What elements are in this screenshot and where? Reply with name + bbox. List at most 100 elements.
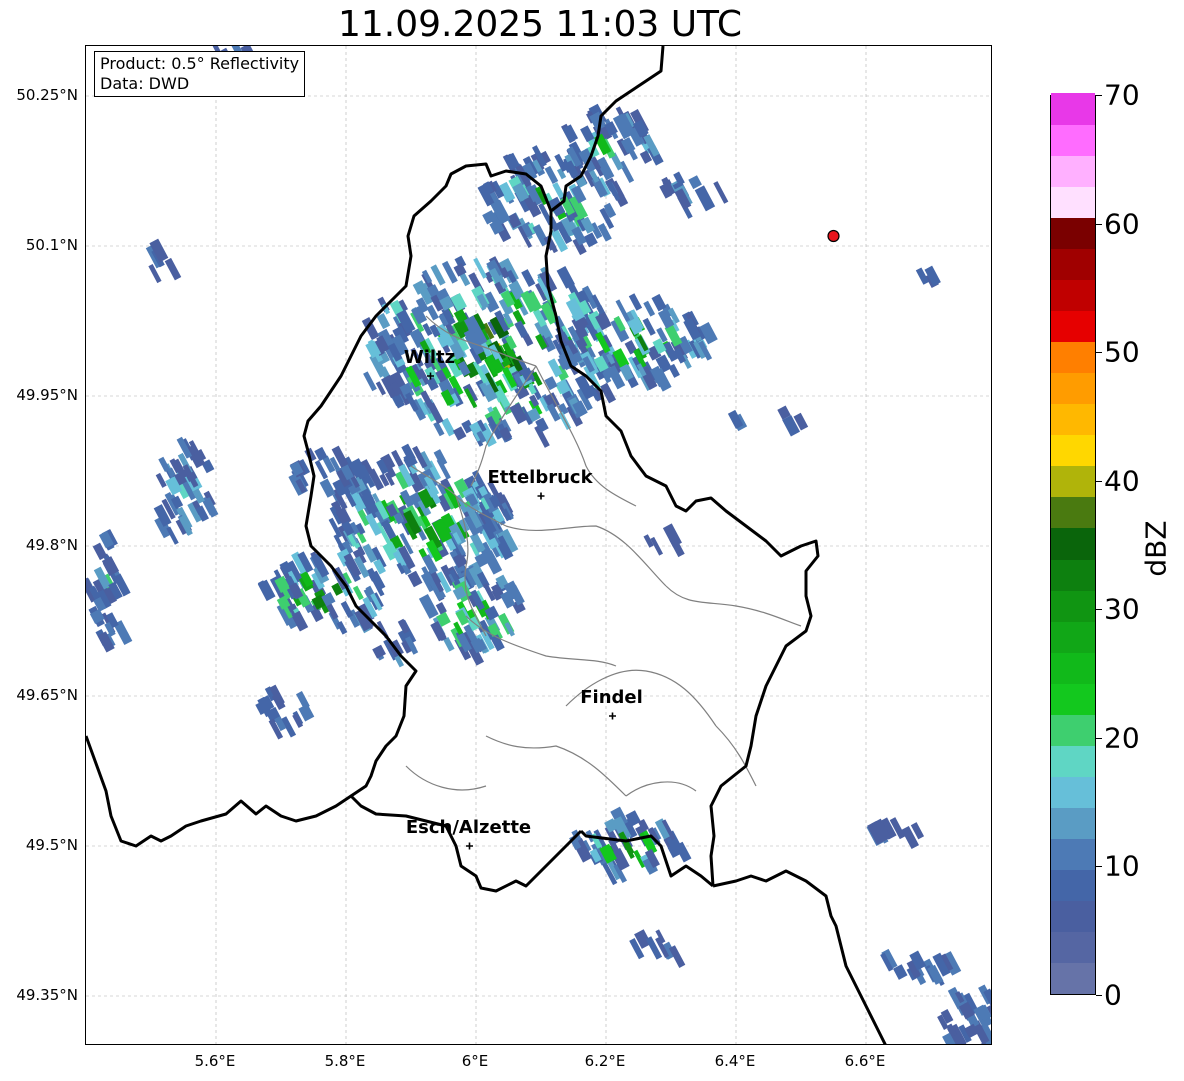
colorbar-tick-label: 30 — [1104, 592, 1140, 626]
city-label: Wiltz — [403, 347, 456, 368]
lat-label: 49.95°N — [16, 386, 78, 404]
lon-label: 5.6°E — [194, 1052, 236, 1070]
colorbar-segment — [1051, 651, 1095, 684]
colorbar-segment — [1051, 217, 1095, 250]
colorbar-tick-label: 20 — [1104, 721, 1140, 755]
data-source-line: Data: DWD — [100, 74, 190, 93]
colorbar-segment — [1051, 558, 1095, 591]
colorbar-tick-label: 40 — [1104, 464, 1140, 498]
city-marker — [466, 842, 473, 850]
colorbar-segment — [1051, 962, 1095, 994]
colorbar-segment — [1051, 682, 1095, 715]
colorbar-tickmark — [1096, 737, 1102, 739]
echo-cell — [430, 264, 446, 286]
colorbar-segment — [1051, 124, 1095, 157]
colorbar-tick-label: 60 — [1104, 207, 1140, 241]
echo-cell — [319, 478, 336, 498]
lon-label: 6°E — [461, 1052, 489, 1070]
colorbar-segment — [1051, 248, 1095, 281]
echo-cell — [694, 185, 716, 212]
echo-cell — [296, 691, 310, 710]
echo-cell — [164, 257, 182, 281]
colorbar-tick-label: 70 — [1104, 78, 1140, 112]
product-info-box: Product: 0.5° Reflectivity Data: DWD — [94, 51, 306, 97]
colorbar-segment — [1051, 589, 1095, 622]
echo-cell — [642, 317, 656, 336]
product-line: Product: 0.5° Reflectivity — [100, 54, 300, 73]
echo-cell — [521, 269, 536, 287]
colorbar-segment — [1051, 868, 1095, 901]
lat-label: 49.5°N — [25, 836, 78, 854]
colorbar-tickmark — [1096, 995, 1102, 996]
echo-cell — [441, 260, 458, 284]
radar-map — [85, 45, 992, 1045]
colorbar-segment — [1051, 713, 1095, 746]
radar-echoes — [86, 46, 991, 1044]
echo-cell — [628, 293, 643, 311]
colorbar-tick-label: 50 — [1104, 335, 1140, 369]
lon-label: 5.8°E — [324, 1052, 366, 1070]
lat-label: 50.25°N — [16, 86, 78, 104]
colorbar-segment — [1051, 837, 1095, 870]
lat-label: 50.1°N — [25, 236, 78, 254]
colorbar-segment — [1051, 93, 1095, 126]
colorbar-segment — [1051, 930, 1095, 963]
map-title: 11.09.2025 11:03 UTC — [337, 4, 743, 45]
city-marker — [537, 492, 545, 500]
colorbar-segment — [1051, 806, 1095, 839]
colorbar-segment — [1051, 155, 1095, 188]
echo-cell — [688, 175, 702, 190]
colorbar-tick-label: 10 — [1104, 849, 1140, 883]
echo-cell — [361, 317, 380, 341]
colorbar-segment — [1051, 620, 1095, 653]
echo-cell — [514, 320, 529, 339]
colorbar-segment — [1051, 465, 1095, 498]
echo-cell — [372, 644, 386, 659]
colorbar-segment — [1051, 341, 1095, 374]
colorbar-label: dBZ — [1139, 520, 1173, 577]
map-canvas — [86, 46, 991, 1044]
city-label: Ettelbruck — [487, 467, 593, 488]
colorbar-tickmark — [1096, 609, 1102, 611]
colorbar-segment — [1051, 403, 1095, 436]
echo-cell — [469, 532, 486, 553]
city-label: Esch/Alzette — [405, 817, 532, 838]
lon-label: 6.2°E — [584, 1052, 626, 1070]
colorbar-segment — [1051, 775, 1095, 808]
colorbar-segment — [1051, 744, 1095, 777]
echo-cell — [352, 585, 364, 601]
colorbar-tick-label: 0 — [1104, 978, 1122, 1012]
echo-cell — [418, 594, 439, 619]
colorbar-tickmark — [1096, 352, 1102, 354]
radar-site-marker — [827, 229, 840, 243]
colorbar-segment — [1051, 310, 1095, 343]
colorbar-tickmark — [1096, 866, 1102, 868]
city-marker — [609, 712, 616, 720]
colorbar-segment — [1051, 372, 1095, 405]
echo-cell — [643, 300, 656, 317]
echo-cell — [363, 371, 377, 392]
colorbar-segment — [1051, 899, 1095, 932]
lat-label: 49.65°N — [16, 686, 78, 704]
colorbar-segment — [1051, 279, 1095, 312]
lon-label: 6.4°E — [714, 1052, 756, 1070]
echo-cell — [544, 376, 558, 391]
colorbar-segment — [1051, 434, 1095, 467]
dbz-colorbar — [1050, 93, 1096, 995]
echo-cell — [662, 523, 682, 548]
echo-cell — [713, 181, 729, 204]
city-label: Findel — [580, 687, 643, 708]
colorbar-segment — [1051, 527, 1095, 560]
colorbar-segment — [1051, 496, 1095, 529]
echo-cell — [155, 472, 167, 488]
echo-cell — [544, 165, 559, 184]
lat-label: 49.35°N — [16, 986, 78, 1004]
echo-cell — [340, 600, 354, 618]
lat-label: 49.8°N — [25, 536, 78, 554]
lon-label: 6.6°E — [844, 1052, 886, 1070]
echo-cell — [407, 570, 423, 588]
colorbar-tickmark — [1096, 480, 1102, 482]
colorbar-tickmark — [1096, 95, 1102, 96]
colorbar-segment — [1051, 186, 1095, 219]
colorbar-tickmark — [1096, 223, 1102, 225]
